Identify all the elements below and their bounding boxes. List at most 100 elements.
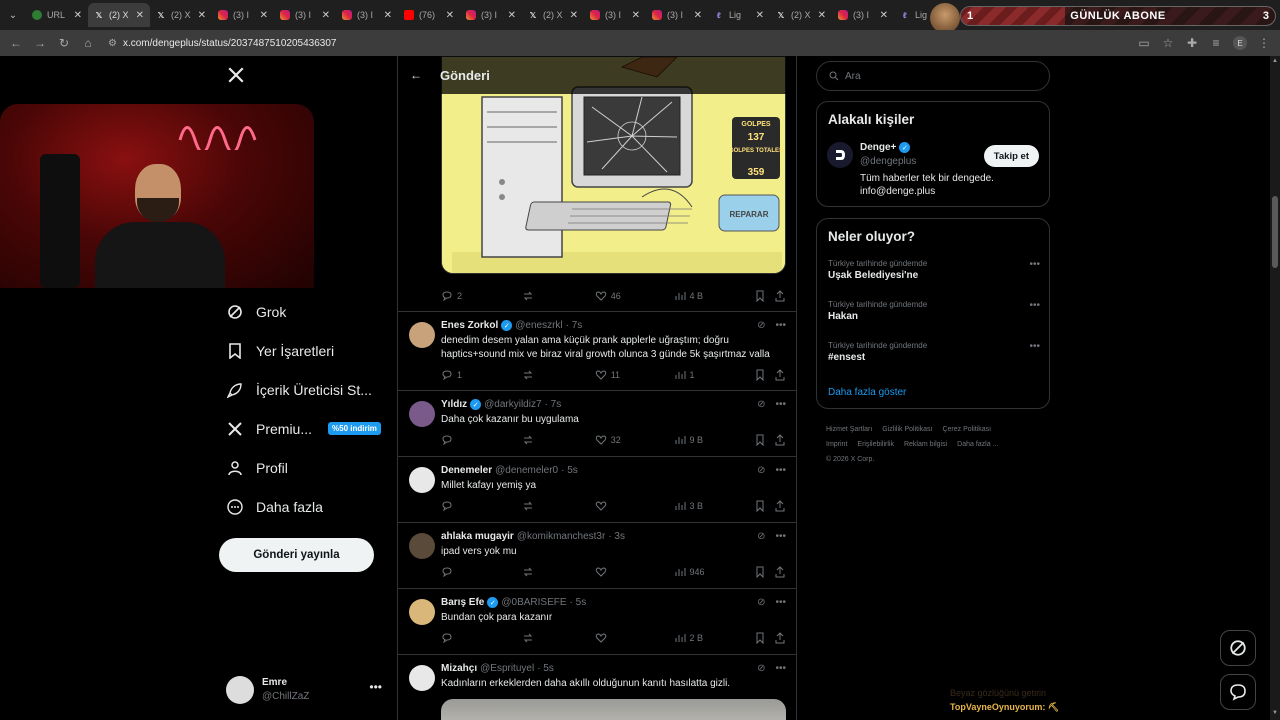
avatar[interactable] xyxy=(827,142,853,168)
like-button[interactable]: 46 xyxy=(595,290,674,302)
more-icon[interactable]: ••• xyxy=(1029,300,1040,311)
reply-button[interactable] xyxy=(441,434,522,446)
like-button[interactable] xyxy=(595,566,674,578)
like-button[interactable] xyxy=(595,500,674,512)
follow-button[interactable]: Takip et xyxy=(983,145,1039,167)
reply-button[interactable]: 1 xyxy=(441,369,522,381)
search-input[interactable]: Ara xyxy=(816,61,1050,91)
close-tab-icon[interactable]: ✕ xyxy=(260,10,268,21)
footer-link[interactable]: Imprint xyxy=(826,441,847,448)
reply-tweet[interactable]: Enes Zorkol ✓ @eneszrkl · 7s ⊘ ••• denedim des… xyxy=(398,311,796,390)
bookmark-button[interactable] xyxy=(754,632,774,644)
more-icon[interactable]: ••• xyxy=(1029,341,1040,352)
close-tab-icon[interactable]: ✕ xyxy=(570,10,578,21)
reply-time[interactable]: · 5s xyxy=(570,597,587,608)
home-icon[interactable]: ⌂ xyxy=(78,33,98,53)
close-tab-icon[interactable]: ✕ xyxy=(880,10,888,21)
bookmark-button[interactable] xyxy=(754,500,774,512)
grok-icon[interactable]: ⊘ xyxy=(757,320,765,331)
bookmark-button[interactable] xyxy=(754,290,774,302)
forward-icon[interactable]: → xyxy=(30,33,50,53)
browser-tab[interactable]: 𝕏 (2) X ✕ xyxy=(150,3,212,27)
scrollbar[interactable]: ▲ ▼ xyxy=(1270,56,1280,720)
browser-tab[interactable]: URL ✕ xyxy=(26,3,88,27)
share-button[interactable] xyxy=(774,632,786,644)
views-button[interactable]: 3 B xyxy=(674,500,755,512)
footer-link[interactable]: Gizlilik Politikası xyxy=(882,426,932,433)
profile-button[interactable]: E xyxy=(1230,33,1250,53)
reply-author-handle[interactable]: @eneszrkl xyxy=(515,320,562,331)
reply-author-handle[interactable]: @0BARISEFE xyxy=(501,597,566,608)
reply-time[interactable]: · 7s xyxy=(566,320,583,331)
share-button[interactable] xyxy=(774,369,786,381)
close-tab-icon[interactable]: ✕ xyxy=(322,10,330,21)
account-switcher[interactable]: Emre @ChillZaZ ••• xyxy=(226,674,386,706)
reply-author-handle[interactable]: @Esprituyel xyxy=(480,663,534,674)
trend-item[interactable]: Türkiye tarihinde gündemde #ensest ••• xyxy=(828,341,1040,363)
browser-tab[interactable]: (3) I ✕ xyxy=(212,3,274,27)
bookmark-button[interactable] xyxy=(754,369,774,381)
more-icon[interactable]: ••• xyxy=(775,399,786,410)
avatar[interactable] xyxy=(409,322,435,348)
grok-icon[interactable]: ⊘ xyxy=(757,663,765,674)
grok-icon[interactable]: ⊘ xyxy=(757,597,765,608)
reply-button[interactable]: 2 xyxy=(441,290,522,302)
back-arrow-icon[interactable]: ← xyxy=(410,68,422,82)
footer-link[interactable]: Çerez Politikası xyxy=(942,426,991,433)
browser-tab[interactable]: (3) I ✕ xyxy=(336,3,398,27)
scroll-thumb[interactable] xyxy=(1272,196,1278,268)
more-icon[interactable]: ••• xyxy=(775,531,786,542)
trend-item[interactable]: Türkiye tarihinde gündemde Uşak Belediye… xyxy=(828,259,1040,281)
reply-tweet[interactable]: Yıldız ✓ @darkyildiz7 · 7s ⊘ ••• Daha çok kaza… xyxy=(398,390,796,456)
share-button[interactable] xyxy=(774,434,786,446)
reply-time[interactable]: · 5s xyxy=(561,465,578,476)
browser-tab[interactable]: (76) ✕ xyxy=(398,3,460,27)
reply-author-handle[interactable]: @darkyildiz7 xyxy=(484,399,541,410)
share-button[interactable] xyxy=(774,500,786,512)
avatar[interactable] xyxy=(409,533,435,559)
sidebar-item-grok[interactable]: Grok xyxy=(218,292,398,331)
browser-tab[interactable]: (3) I ✕ xyxy=(832,3,894,27)
close-tab-icon[interactable]: ✕ xyxy=(74,10,82,21)
sidebar-item-premium[interactable]: Premiu... %50 indirim xyxy=(218,409,398,448)
repost-button[interactable] xyxy=(522,290,595,302)
close-tab-icon[interactable]: ✕ xyxy=(384,10,392,21)
views-button[interactable]: 9 B xyxy=(674,434,755,446)
grok-icon[interactable]: ⊘ xyxy=(757,531,765,542)
like-button[interactable]: 32 xyxy=(595,434,674,446)
views-button[interactable]: 1 xyxy=(674,369,755,381)
sidebar-item-creator-studio[interactable]: İçerik Üreticisi St... xyxy=(218,370,398,409)
footer-link[interactable]: Daha fazla ... xyxy=(957,441,998,448)
grok-icon[interactable]: ⊘ xyxy=(757,465,765,476)
more-icon[interactable]: ••• xyxy=(775,320,786,331)
browser-tab[interactable]: (3) I ✕ xyxy=(646,3,708,27)
close-tab-icon[interactable]: ✕ xyxy=(508,10,516,21)
sidebar-item-profile[interactable]: Profil xyxy=(218,448,398,487)
footer-link[interactable]: Reklam bilgisi xyxy=(904,441,947,448)
url-field[interactable]: ⚙ x.com/dengeplus/status/203748751020543… xyxy=(102,33,1130,53)
more-icon[interactable]: ••• xyxy=(775,465,786,476)
views-button[interactable]: 2 B xyxy=(674,632,755,644)
browser-tab[interactable]: 𝕏 (2) X ✕ xyxy=(770,3,832,27)
menu-icon[interactable]: ⋮ xyxy=(1254,33,1274,53)
sidebar-item-more[interactable]: Daha fazla xyxy=(218,487,398,526)
reply-time[interactable]: · 3s xyxy=(608,531,625,542)
avatar[interactable] xyxy=(409,665,435,691)
close-tab-icon[interactable]: ✕ xyxy=(694,10,702,21)
star-icon[interactable]: ☆ xyxy=(1158,33,1178,53)
more-icon[interactable]: ••• xyxy=(775,663,786,674)
reply-time[interactable]: · 5s xyxy=(537,663,554,674)
more-icon[interactable]: ••• xyxy=(1029,259,1040,270)
repost-button[interactable] xyxy=(522,566,595,578)
views-button[interactable]: 946 xyxy=(674,566,755,578)
avatar[interactable] xyxy=(409,467,435,493)
reply-button[interactable] xyxy=(441,632,522,644)
site-info-icon[interactable]: ⚙ xyxy=(108,38,117,49)
browser-tab[interactable]: (3) I ✕ xyxy=(584,3,646,27)
post-button[interactable]: Gönderi yayınla xyxy=(219,538,374,572)
avatar[interactable] xyxy=(409,599,435,625)
reply-author-name[interactable]: Enes Zorkol xyxy=(441,320,498,331)
bookmark-button[interactable] xyxy=(754,566,774,578)
scroll-up-icon[interactable]: ▲ xyxy=(1272,58,1278,66)
close-tab-icon[interactable]: ✕ xyxy=(198,10,206,21)
